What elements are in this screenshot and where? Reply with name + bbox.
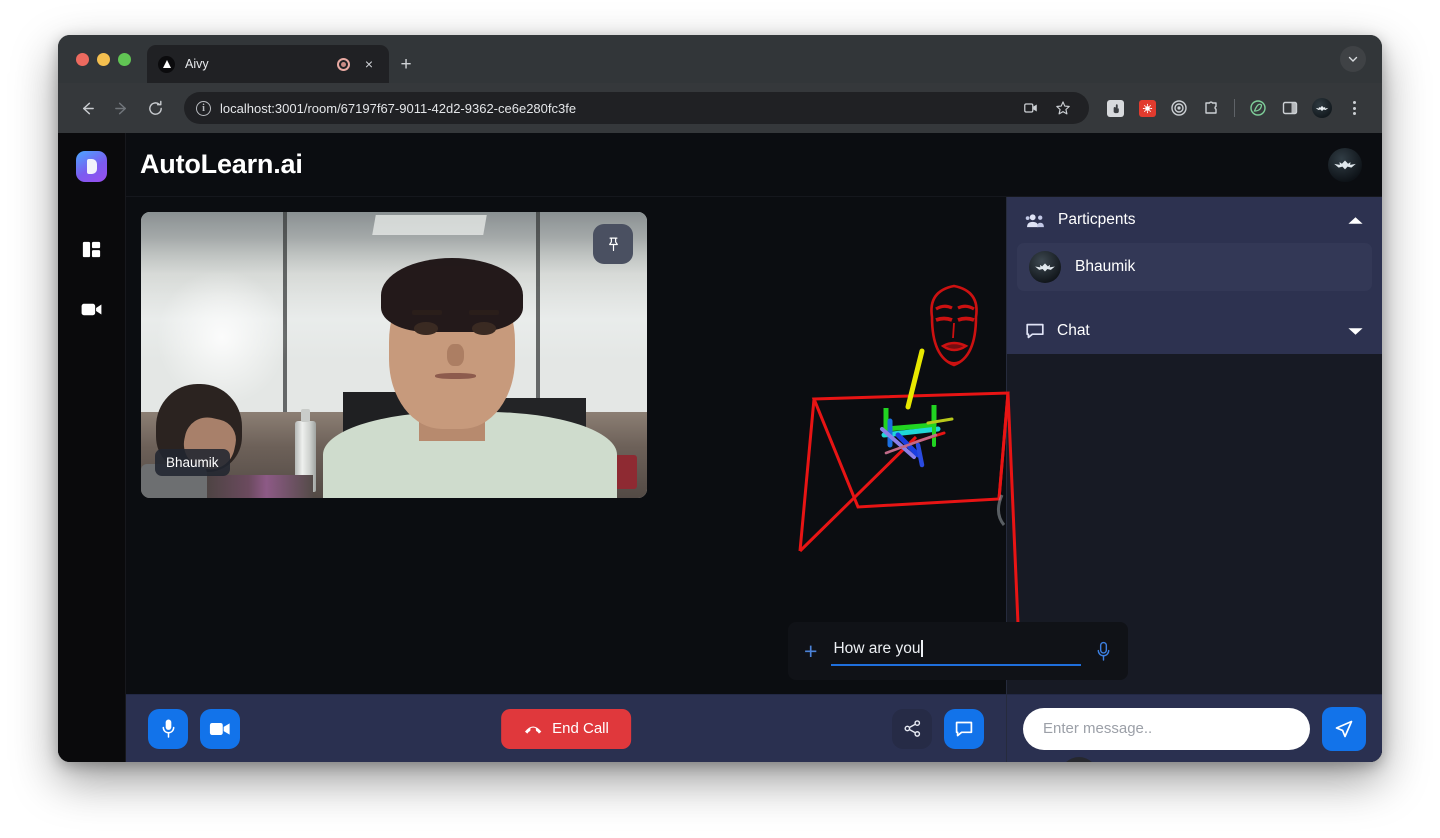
end-call-label: End Call [552,720,609,737]
stage-content: Bhaumik + How are you [126,197,1128,762]
star-icon[interactable] [1049,94,1077,122]
profile-avatar-icon[interactable] [1308,94,1336,122]
phone-hangup-icon [523,722,543,735]
new-tab-button[interactable]: + [389,45,423,83]
tab-favicon-icon [158,55,175,73]
extension-target-icon[interactable] [1165,94,1193,122]
url-text: localhost:3001/room/67197f67-9011-42d2-9… [220,100,577,116]
toolbar-divider [1234,99,1235,117]
toggle-camera-button[interactable] [200,708,240,749]
plus-icon[interactable]: + [804,639,817,663]
tab-title: Aivy [185,57,209,71]
assistant-input-field[interactable]: How are you [831,637,1081,666]
three-dot-menu-icon[interactable] [1340,94,1368,122]
toggle-microphone-button[interactable] [148,708,188,749]
assistant-input-value: How are you [833,639,921,657]
send-message-button[interactable] [1322,706,1366,751]
forward-arrow-icon[interactable] [106,93,136,123]
autolearn-logo-icon[interactable] [76,151,107,182]
page-viewport: AutoLearn.ai Bhaumik + How are you End C… [58,133,1382,762]
call-control-bar: End Call [126,694,1006,762]
reload-icon[interactable] [140,93,170,123]
chevron-up-icon[interactable] [1347,215,1364,226]
close-window-button[interactable] [76,52,89,66]
window-traffic-lights [76,35,147,83]
minimize-window-button[interactable] [97,52,110,66]
extensions-puzzle-icon[interactable] [1197,94,1225,122]
extension-white-icon[interactable] [1101,94,1129,122]
chevron-down-icon[interactable] [1347,326,1364,337]
extension-red-icon[interactable] [1133,94,1161,122]
call-stage: Bhaumik + How are you End Call [126,197,1128,762]
page-title: AutoLearn.ai [140,149,303,179]
app-sidebar [58,133,126,762]
browser-window: Aivy × + i localhost:3001/room/67197f67-… [58,35,1382,762]
pin-icon[interactable] [593,224,633,264]
record-circle-icon [337,57,350,71]
tab-strip-right [1340,35,1382,83]
tab-strip: Aivy × + [58,35,1382,83]
screencast-icon[interactable] [1017,94,1045,122]
text-cursor [921,640,923,657]
sidebar-item-dashboard[interactable] [77,234,107,264]
info-icon[interactable]: i [196,100,211,116]
close-tab-button[interactable]: × [360,57,378,71]
video-tile[interactable]: Bhaumik [141,212,647,498]
extension-leaf-icon[interactable] [1244,94,1272,122]
end-call-button[interactable]: End Call [501,708,631,749]
sidebar-item-video[interactable] [77,294,107,324]
chevron-down-icon[interactable] [1340,46,1366,72]
app-body: Bhaumik + How are you End Call Particpen… [126,197,1382,762]
toggle-chat-button[interactable] [944,708,984,749]
video-participant-name: Bhaumik [155,449,230,476]
share-screen-button[interactable] [892,708,932,749]
browser-tab[interactable]: Aivy × [147,45,389,83]
app-main-column: AutoLearn.ai Bhaumik + How are you End C… [126,133,1382,762]
browser-toolbar: i localhost:3001/room/67197f67-9011-42d2… [58,83,1382,133]
back-arrow-icon[interactable] [72,93,102,123]
assistant-input-bar[interactable]: + How are you [788,622,1128,680]
microphone-icon[interactable] [1095,641,1112,662]
maximize-window-button[interactable] [118,52,131,66]
user-avatar-icon[interactable] [1328,147,1362,182]
app-header: AutoLearn.ai [126,133,1382,197]
side-panel-icon[interactable] [1276,94,1304,122]
address-bar[interactable]: i localhost:3001/room/67197f67-9011-42d2… [184,92,1089,124]
